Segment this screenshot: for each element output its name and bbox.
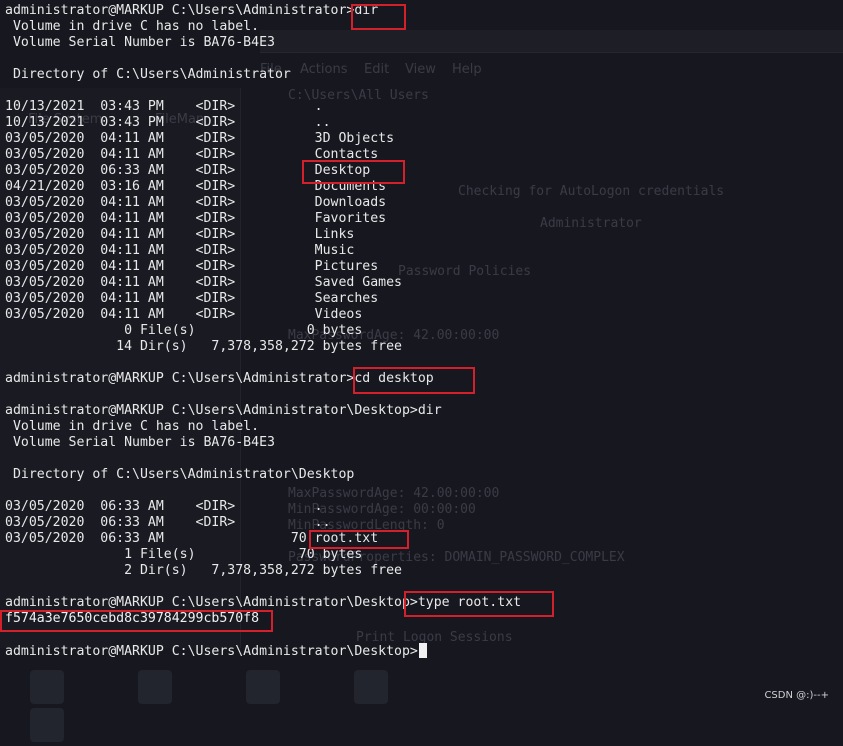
terminal-line: 03/05/2020 06:33 AM <DIR> Desktop [5, 163, 371, 178]
highlight-desktop-folder [302, 160, 405, 184]
dock-icon [30, 708, 64, 742]
terminal-line: Directory of C:\Users\Administrator\Desk… [5, 467, 355, 482]
terminal-line: 10/13/2021 03:43 PM <DIR> . [5, 99, 323, 114]
dock-icon [246, 670, 280, 704]
background-dock [30, 670, 530, 742]
terminal-line: 2 Dir(s) 7,378,358,272 bytes free [5, 563, 402, 578]
terminal-line: 03/05/2020 04:11 AM <DIR> Links [5, 227, 355, 242]
terminal-line: 03/05/2020 04:11 AM <DIR> Music [5, 243, 355, 258]
terminal-line: 03/05/2020 04:11 AM <DIR> Favorites [5, 211, 387, 226]
terminal-line: Volume in drive C has no label. [5, 419, 260, 434]
terminal-line: 03/05/2020 06:33 AM <DIR> . [5, 499, 323, 514]
dock-icon [30, 670, 64, 704]
terminal-line: 10/13/2021 03:43 PM <DIR> .. [5, 115, 331, 130]
terminal-output[interactable]: administrator@MARKUP C:\Users\Administra… [5, 3, 840, 659]
dock-icon [138, 670, 172, 704]
watermark-text: CSDN @:)--+ [764, 690, 829, 701]
terminal-line: Volume Serial Number is BA76-B4E3 [5, 435, 275, 450]
terminal-line: 03/05/2020 06:33 AM 70 root.txt [5, 531, 379, 546]
text-cursor [418, 643, 427, 658]
terminal-line: 03/05/2020 04:11 AM <DIR> Searches [5, 291, 379, 306]
terminal-prompt-line[interactable]: administrator@MARKUP C:\Users\Administra… [5, 643, 840, 659]
terminal-line: 1 File(s) 70 bytes [5, 547, 363, 562]
terminal-line: 0 File(s) 0 bytes [5, 323, 363, 338]
terminal-line: Volume in drive C has no label. [5, 19, 260, 34]
highlight-dir-command [351, 4, 406, 30]
terminal-line: Volume Serial Number is BA76-B4E3 [5, 35, 275, 50]
terminal-line: 04/21/2020 03:16 AM <DIR> Documents [5, 179, 387, 194]
terminal-line: Directory of C:\Users\Administrator [5, 67, 291, 82]
highlight-type-command [404, 591, 554, 617]
terminal-prompt: administrator@MARKUP C:\Users\Administra… [5, 644, 418, 659]
terminal-line: administrator@MARKUP C:\Users\Administra… [5, 403, 442, 418]
terminal-line: 03/05/2020 04:11 AM <DIR> 3D Objects [5, 131, 395, 146]
terminal-line: 03/05/2020 04:11 AM <DIR> Pictures [5, 259, 379, 274]
highlight-flag-output [0, 610, 273, 632]
terminal-line: 03/05/2020 06:33 AM <DIR> .. [5, 515, 331, 530]
terminal-line: 03/05/2020 04:11 AM <DIR> Saved Games [5, 275, 402, 290]
terminal-line: 14 Dir(s) 7,378,358,272 bytes free [5, 339, 402, 354]
terminal-line: 03/05/2020 04:11 AM <DIR> Downloads [5, 195, 387, 210]
terminal-line: 03/05/2020 04:11 AM <DIR> Contacts [5, 147, 379, 162]
terminal-line: 03/05/2020 04:11 AM <DIR> Videos [5, 307, 363, 322]
terminal-line: administrator@MARKUP C:\Users\Administra… [5, 3, 379, 18]
dock-icon [354, 670, 388, 704]
highlight-cd-desktop-command [353, 367, 475, 394]
highlight-root-txt-file [309, 530, 409, 549]
